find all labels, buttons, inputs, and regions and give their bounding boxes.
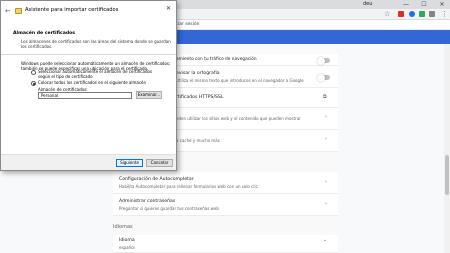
certificate-icon	[15, 8, 22, 14]
dialog-title: Asistente para importar certificados	[25, 7, 119, 13]
radio-auto-label[interactable]: Seleccionar automáticamente el almacén d…	[38, 69, 163, 79]
extension-icon-red[interactable]	[398, 11, 404, 17]
back-arrow-icon[interactable]: ←	[5, 7, 11, 15]
row-title: Administrar contraseñas	[119, 199, 176, 204]
maximize-button[interactable]: ☐	[415, 0, 433, 9]
row-title: rtificados HTTPS/SSL	[176, 95, 224, 100]
header-description: Los almacenes de certificados son las ár…	[21, 39, 171, 49]
radio-manual-label[interactable]: Colocar todos los certificados en el sig…	[38, 80, 163, 85]
chevron-down-icon[interactable]: ⌄	[323, 237, 327, 243]
row-subtitle: Utiliza el mismo texto que introduces en…	[176, 78, 304, 83]
row-title: evisar la ortografía	[176, 71, 220, 76]
settings-row-autofill[interactable]: Configuración de Autocompletar Habilita …	[113, 172, 338, 194]
row-subtitle: a caché y mucho más	[176, 138, 220, 143]
profile-name[interactable]: deu	[363, 1, 372, 7]
section-title-languages: Idiomas	[113, 224, 133, 230]
row-subtitle: amiento con tu tráfico de navegación	[176, 57, 257, 62]
settings-row-passwords[interactable]: Administrar contraseñas Pregúntar si qui…	[113, 194, 338, 216]
next-button[interactable]: Siguiente	[116, 159, 143, 167]
chevron-right-icon: ›	[325, 114, 327, 120]
dialog-footer: Siguiente Cancelar	[1, 154, 176, 170]
row-subtitle: español	[119, 245, 135, 250]
store-input[interactable]: Personal	[38, 92, 132, 99]
row-title: Configuración de Autocompletar	[119, 177, 194, 182]
settings-row-language[interactable]: Idioma español ⌄	[113, 235, 338, 253]
radio-auto-store[interactable]	[31, 70, 36, 75]
chevron-right-icon: ›	[325, 136, 327, 142]
scrollbar-thumb[interactable]	[445, 155, 449, 195]
extension-icon-gray[interactable]	[429, 11, 435, 17]
certificate-import-wizard: ← Asistente para importar certificados ✕…	[0, 0, 177, 171]
row-subtitle: eden utilizar los sitios web y el conten…	[176, 116, 301, 121]
browser-menu-icon[interactable]: ⋮	[441, 9, 448, 20]
external-link-icon: ⧉	[323, 94, 327, 100]
row-subtitle: Habilita Autocompletar para rellenar for…	[119, 184, 258, 189]
toggle-switch[interactable]	[317, 73, 330, 82]
minimize-button[interactable]: —	[397, 0, 415, 9]
dialog-close-button[interactable]: ✕	[166, 5, 171, 12]
dialog-header: Almacén de certificados Los almacenes de…	[1, 23, 176, 55]
row-subtitle: Pregúntar si quieres guardar tus contras…	[119, 206, 219, 211]
row-title: Idioma	[119, 238, 135, 243]
chevron-right-icon: ›	[325, 201, 327, 207]
page-scrollbar[interactable]	[444, 44, 450, 253]
header-title: Almacén de certificados	[13, 31, 76, 36]
toggle-switch[interactable]	[317, 56, 330, 65]
extension-icon-green[interactable]	[419, 11, 425, 17]
browse-button[interactable]: Examinar...	[136, 91, 162, 99]
bookmark-star-icon[interactable]: ☆	[384, 9, 390, 20]
extension-icon-blue[interactable]	[409, 11, 415, 17]
cancel-button[interactable]: Cancelar	[146, 159, 173, 167]
close-window-button[interactable]: ✕	[433, 0, 450, 9]
radio-manual-store[interactable]	[31, 81, 36, 86]
chevron-right-icon: ›	[325, 179, 327, 185]
dialog-titlebar: ← Asistente para importar certificados ✕	[1, 1, 176, 23]
